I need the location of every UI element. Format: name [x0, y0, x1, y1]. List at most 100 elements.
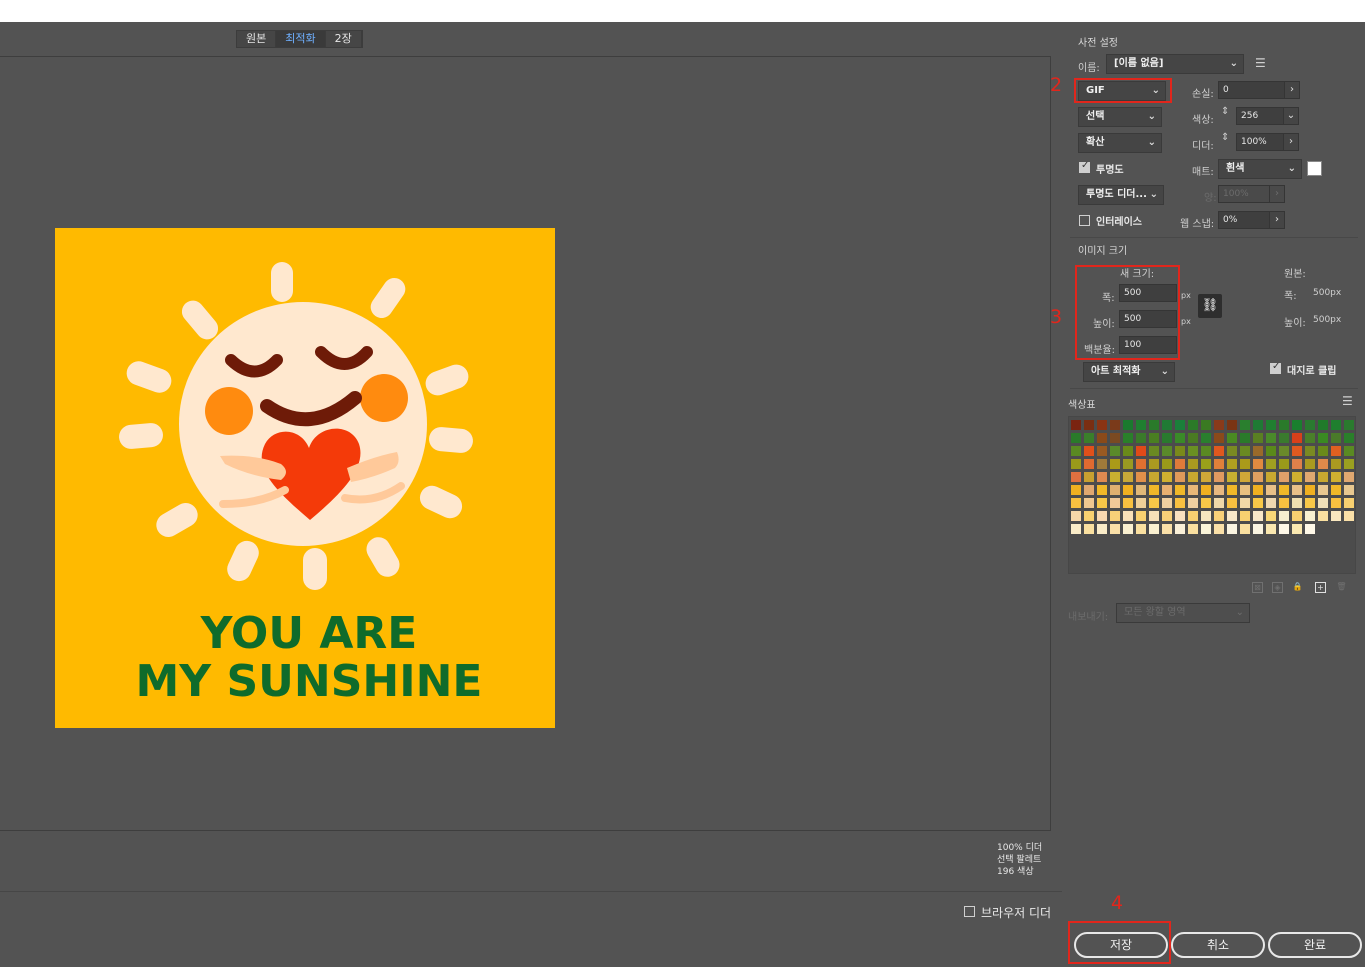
color-swatch[interactable]: [1149, 511, 1159, 521]
color-swatch[interactable]: [1188, 433, 1198, 443]
color-swatch[interactable]: [1071, 524, 1081, 534]
color-swatch[interactable]: [1084, 472, 1094, 482]
color-swatch[interactable]: [1292, 420, 1302, 430]
color-swatch[interactable]: [1136, 498, 1146, 508]
color-swatch[interactable]: [1292, 524, 1302, 534]
color-swatch[interactable]: [1318, 511, 1328, 521]
color-swatch[interactable]: [1240, 459, 1250, 469]
color-swatch[interactable]: [1097, 459, 1107, 469]
color-swatch[interactable]: [1318, 472, 1328, 482]
color-swatch[interactable]: [1253, 420, 1263, 430]
color-swatch[interactable]: [1110, 485, 1120, 495]
color-swatch[interactable]: [1188, 524, 1198, 534]
color-swatch[interactable]: [1162, 511, 1172, 521]
matte-color-swatch[interactable]: [1307, 161, 1322, 176]
map-to-transparent-icon[interactable]: ⊠: [1252, 582, 1263, 593]
color-swatch[interactable]: [1071, 420, 1081, 430]
color-swatch[interactable]: [1097, 485, 1107, 495]
save-button[interactable]: 저장: [1074, 932, 1168, 958]
color-swatch[interactable]: [1240, 446, 1250, 456]
color-swatch[interactable]: [1292, 485, 1302, 495]
color-swatch[interactable]: [1214, 459, 1224, 469]
color-swatch[interactable]: [1305, 459, 1315, 469]
color-swatch[interactable]: [1253, 472, 1263, 482]
color-swatch[interactable]: [1084, 459, 1094, 469]
color-swatch[interactable]: [1253, 459, 1263, 469]
color-swatch[interactable]: [1188, 511, 1198, 521]
color-swatch[interactable]: [1136, 472, 1146, 482]
color-swatch[interactable]: [1344, 446, 1354, 456]
transparency-checkbox[interactable]: [1079, 160, 1090, 173]
colors-dropdown-button[interactable]: ⌄: [1283, 107, 1299, 125]
color-swatch[interactable]: [1279, 498, 1289, 508]
color-swatch[interactable]: [1266, 472, 1276, 482]
color-swatch[interactable]: [1097, 446, 1107, 456]
done-button[interactable]: 완료: [1268, 932, 1362, 958]
color-swatch[interactable]: [1201, 433, 1211, 443]
dither-input[interactable]: 100%: [1236, 133, 1284, 151]
color-swatch[interactable]: [1162, 433, 1172, 443]
color-swatch[interactable]: [1305, 485, 1315, 495]
color-swatch[interactable]: [1344, 433, 1354, 443]
color-swatch[interactable]: [1227, 472, 1237, 482]
color-swatch[interactable]: [1188, 420, 1198, 430]
color-swatch[interactable]: [1071, 459, 1081, 469]
lock-color-icon[interactable]: 🔒: [1292, 582, 1303, 593]
dither-arrow-button[interactable]: ›: [1283, 133, 1299, 151]
add-color-icon[interactable]: +: [1315, 582, 1326, 593]
tab-original[interactable]: 원본: [237, 31, 277, 47]
color-swatch[interactable]: [1240, 524, 1250, 534]
color-swatch[interactable]: [1162, 420, 1172, 430]
color-swatch[interactable]: [1097, 511, 1107, 521]
color-swatch[interactable]: [1292, 459, 1302, 469]
color-swatch[interactable]: [1344, 485, 1354, 495]
color-swatch[interactable]: [1175, 472, 1185, 482]
color-swatch[interactable]: [1331, 472, 1341, 482]
color-swatch[interactable]: [1162, 446, 1172, 456]
color-swatch[interactable]: [1071, 446, 1081, 456]
color-swatch[interactable]: [1240, 433, 1250, 443]
preview-area[interactable]: YOU ARE MY SUNSHINE: [0, 56, 1051, 831]
color-swatch[interactable]: [1123, 420, 1133, 430]
color-swatch[interactable]: [1266, 498, 1276, 508]
color-swatch[interactable]: [1344, 472, 1354, 482]
color-swatch[interactable]: [1279, 420, 1289, 430]
color-swatch[interactable]: [1292, 498, 1302, 508]
color-swatch[interactable]: [1305, 498, 1315, 508]
color-swatch[interactable]: [1162, 498, 1172, 508]
color-swatch[interactable]: [1344, 420, 1354, 430]
color-swatch[interactable]: [1201, 485, 1211, 495]
color-swatch[interactable]: [1175, 420, 1185, 430]
color-swatch[interactable]: [1279, 472, 1289, 482]
color-swatch[interactable]: [1123, 524, 1133, 534]
color-swatch[interactable]: [1162, 485, 1172, 495]
color-swatch[interactable]: [1253, 485, 1263, 495]
color-swatch[interactable]: [1071, 433, 1081, 443]
color-swatch[interactable]: [1253, 498, 1263, 508]
color-swatch[interactable]: [1292, 446, 1302, 456]
color-swatch[interactable]: [1214, 485, 1224, 495]
color-swatch[interactable]: [1123, 459, 1133, 469]
color-swatch[interactable]: [1214, 420, 1224, 430]
color-swatch[interactable]: [1084, 524, 1094, 534]
color-swatch[interactable]: [1266, 511, 1276, 521]
color-swatch[interactable]: [1084, 433, 1094, 443]
color-swatch[interactable]: [1266, 420, 1276, 430]
color-swatch[interactable]: [1162, 524, 1172, 534]
color-swatch[interactable]: [1279, 446, 1289, 456]
color-swatch[interactable]: [1344, 511, 1354, 521]
color-swatch[interactable]: [1331, 446, 1341, 456]
interlace-checkbox[interactable]: [1079, 215, 1090, 226]
color-swatch[interactable]: [1175, 511, 1185, 521]
color-swatch[interactable]: [1253, 446, 1263, 456]
color-swatch[interactable]: [1149, 446, 1159, 456]
color-swatch[interactable]: [1279, 459, 1289, 469]
color-swatch[interactable]: [1253, 524, 1263, 534]
color-swatch[interactable]: [1227, 485, 1237, 495]
color-swatch[interactable]: [1331, 511, 1341, 521]
color-swatch[interactable]: [1227, 524, 1237, 534]
color-swatch[interactable]: [1201, 446, 1211, 456]
color-swatch[interactable]: [1214, 498, 1224, 508]
color-swatch[interactable]: [1201, 524, 1211, 534]
color-swatch[interactable]: [1110, 433, 1120, 443]
